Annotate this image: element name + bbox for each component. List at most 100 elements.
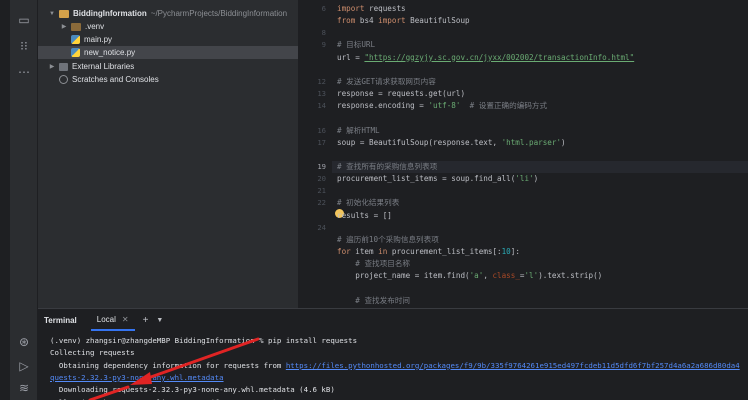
- code-line[interactable]: results = []: [332, 210, 748, 222]
- project-tree: ▼ BiddingInformation ~/PycharmProjects/B…: [38, 0, 298, 308]
- line-number: 24: [317, 222, 326, 232]
- tree-scratches[interactable]: Scratches and Consoles: [59, 73, 159, 86]
- code-token: 'html.parser': [501, 137, 562, 147]
- code-token: 'utf-8': [428, 101, 461, 111]
- line-number: 13: [317, 89, 326, 99]
- code-token: # 查找所有的采购信息列表项: [337, 161, 438, 171]
- folder-icon[interactable]: ▭: [14, 10, 34, 30]
- code-line[interactable]: # 初始化结果列表: [332, 197, 748, 209]
- python-file-icon: [71, 48, 80, 57]
- code-token: # 目标URL: [337, 40, 376, 50]
- code-line[interactable]: # 发送GET请求获取网页内容: [332, 76, 748, 88]
- code-token: 'li': [515, 174, 534, 184]
- line-number: 12: [317, 76, 326, 86]
- chevron-right-icon[interactable]: ▶: [48, 63, 56, 70]
- code-line[interactable]: project_name = item.find('a', class_='l'…: [332, 270, 748, 282]
- chevron-down-icon[interactable]: ▼: [156, 317, 163, 324]
- code-line[interactable]: # 目标URL: [332, 39, 748, 51]
- code-token: 10: [501, 247, 511, 256]
- code-line[interactable]: from bs4 import BeautifulSoup: [332, 15, 748, 27]
- code-line[interactable]: response = requests.get(url): [332, 88, 748, 100]
- code-token: # 查找发布时间: [355, 295, 411, 305]
- line-number-gutter: 6 8 9 12 13 14 16 17 19 20 21 22 24: [298, 0, 332, 308]
- tab-local[interactable]: Local ✕: [90, 309, 135, 331]
- line-number: 9: [321, 40, 326, 50]
- code-line[interactable]: [332, 64, 748, 76]
- code-line[interactable]: response.encoding = 'utf-8' # 设置正确的编码方式: [332, 100, 748, 112]
- tree-item-new-notice[interactable]: new_notice.py: [38, 46, 298, 59]
- code-token: soup = BeautifulSoup(response.text,: [337, 137, 502, 147]
- code-token: # 初始化结果列表: [337, 198, 400, 208]
- layers-icon[interactable]: ≋: [14, 378, 34, 398]
- code-line[interactable]: for item in procurement_list_items[:10]:: [332, 246, 748, 258]
- code-token: import: [378, 16, 406, 26]
- tree-item-main[interactable]: main.py: [71, 33, 112, 46]
- more-icon[interactable]: ⋯: [14, 62, 34, 82]
- python-console-icon[interactable]: ⊛: [14, 332, 34, 352]
- code-token: # 查找项目名称: [355, 259, 411, 269]
- code-editor[interactable]: import requests from bs4 import Beautiful…: [332, 0, 748, 308]
- project-path: ~/PycharmProjects/BiddingInformation: [150, 9, 288, 18]
- code-token: item: [350, 247, 379, 256]
- terminal-text: (.venv) zhangsir@zhangdeMBP BiddingInfor…: [50, 336, 358, 345]
- close-icon[interactable]: ✕: [122, 315, 129, 324]
- code-token: ]:: [510, 247, 520, 256]
- code-token: results = []: [337, 210, 392, 220]
- code-line[interactable]: [332, 222, 748, 234]
- code-line[interactable]: procurement_list_items = soup.find_all('…: [332, 173, 748, 185]
- line-number: 6: [321, 4, 326, 13]
- line-number: 19: [317, 161, 326, 171]
- code-token: # 遍历前10个采购信息列表项: [337, 234, 439, 244]
- code-line[interactable]: # 解析HTML: [332, 125, 748, 137]
- plus-icon[interactable]: +: [143, 315, 149, 326]
- code-line[interactable]: [332, 149, 748, 161]
- terminal-link[interactable]: https://files.pythonhosted.org/packages/…: [286, 361, 740, 370]
- terminal-line: (.venv) zhangsir@zhangdeMBP BiddingInfor…: [50, 335, 357, 346]
- code-token: procurement_list_items[:: [387, 247, 502, 256]
- terminal-line: Obtaining dependency information for req…: [50, 360, 740, 371]
- code-line[interactable]: # 查找项目名称: [332, 258, 748, 270]
- code-token: 'l': [524, 271, 539, 281]
- code-line[interactable]: # 查找所有的采购信息列表项: [332, 160, 748, 173]
- tree-item-venv[interactable]: ▶ .venv: [60, 20, 104, 33]
- tree-external-libraries[interactable]: ▶ External Libraries: [48, 60, 135, 73]
- code-token: url =: [337, 52, 365, 62]
- chevron-down-icon[interactable]: ▼: [48, 11, 56, 17]
- code-line[interactable]: # 遍历前10个采购信息列表项: [332, 234, 748, 246]
- tree-item-label: new_notice.py: [84, 48, 136, 57]
- code-token: ).text.strip(): [538, 271, 603, 281]
- code-line[interactable]: soup = BeautifulSoup(response.text, 'htm…: [332, 137, 748, 149]
- tree-item-label: External Libraries: [72, 62, 135, 71]
- tree-item-label: .venv: [85, 22, 105, 31]
- tree-root[interactable]: ▼ BiddingInformation ~/PycharmProjects/B…: [48, 7, 287, 20]
- terminal-line: Downloading requests-2.32.3-py3-none-any…: [50, 384, 335, 395]
- scratch-icon: [59, 75, 68, 84]
- code-line[interactable]: # 查找发布时间: [332, 295, 748, 307]
- line-number: 22: [317, 198, 326, 208]
- code-line[interactable]: url = "https://ggzyjy.sc.gov.cn/jyxx/002…: [332, 52, 748, 64]
- line-number: 17: [317, 137, 326, 147]
- tree-item-label: Scratches and Consoles: [72, 75, 159, 84]
- code-line[interactable]: [332, 185, 748, 197]
- code-token: in: [378, 247, 388, 256]
- code-token: BeautifulSoup: [405, 16, 470, 26]
- structure-icon[interactable]: ⁝⁝: [14, 36, 34, 56]
- code-token: # 设置正确的编码方式: [469, 101, 548, 111]
- terminal-tabbar: Terminal Local ✕ + ▼: [38, 309, 748, 331]
- run-icon[interactable]: ▷: [14, 356, 34, 376]
- code-token: 'a': [469, 271, 484, 281]
- code-line[interactable]: [332, 27, 748, 39]
- tool-strip: ▭ ⁝⁝ ⋯ ⊛ ▷ ≋: [10, 0, 38, 400]
- code-line[interactable]: import requests: [332, 3, 748, 15]
- python-file-icon: [71, 35, 80, 44]
- line-number: 21: [317, 186, 326, 196]
- terminal-line: Collecting requests: [50, 347, 135, 358]
- terminal-link[interactable]: quests-2.32.3-py3-none-any.whl.metadata: [50, 373, 224, 382]
- code-line[interactable]: [332, 282, 748, 294]
- chevron-right-icon[interactable]: ▶: [60, 23, 68, 30]
- terminal-line: Collecting charset-normalizer<4,>=2 (fro…: [50, 397, 277, 400]
- code-line[interactable]: [332, 112, 748, 124]
